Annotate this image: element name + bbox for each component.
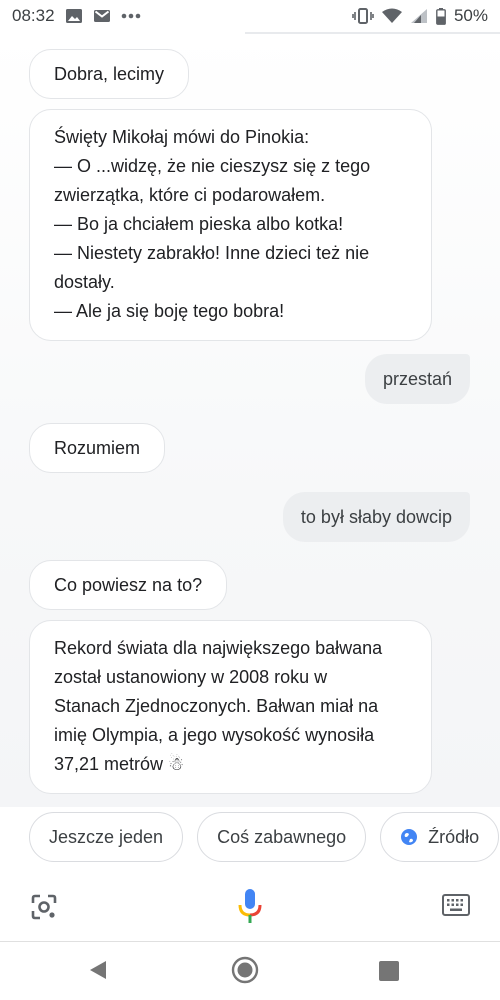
home-icon[interactable] bbox=[231, 956, 259, 989]
wifi-icon bbox=[381, 8, 402, 24]
status-bar: 08:32 50% bbox=[0, 0, 500, 32]
input-bar bbox=[0, 867, 500, 942]
joke-line: — Niestety zabrakło! Inne dzieci też nie bbox=[54, 243, 370, 263]
back-icon[interactable] bbox=[88, 959, 108, 986]
joke-line: — O ...widzę, że nie cieszysz się z tego bbox=[54, 156, 371, 176]
assistant-message-fact: Rekord świata dla największego bałwana z… bbox=[29, 620, 432, 794]
chip-another-one[interactable]: Jeszcze jeden bbox=[29, 812, 184, 862]
joke-line: — Ale ja się boję tego bobra! bbox=[54, 301, 285, 321]
battery-percent: 50% bbox=[453, 6, 488, 25]
vibrate-icon bbox=[352, 8, 374, 24]
fact-line: Rekord świata dla największego bałwana bbox=[54, 638, 383, 658]
lens-icon[interactable] bbox=[29, 892, 59, 922]
chip-source[interactable]: Źródło bbox=[380, 812, 500, 862]
user-message: to był słaby dowcip bbox=[282, 492, 470, 542]
joke-line: zwierzątka, które ci podarowałem. bbox=[54, 185, 326, 205]
image-icon bbox=[65, 8, 83, 24]
conversation-area[interactable]: Dobra, lecimy Święty Mikołaj mówi do Pin… bbox=[0, 32, 500, 807]
chip-label: Coś zabawnego bbox=[217, 826, 347, 847]
assistant-message-joke: Święty Mikołaj mówi do Pinokia: — O ...w… bbox=[29, 109, 432, 341]
joke-line: Święty Mikołaj mówi do Pinokia: bbox=[54, 127, 310, 147]
fact-line: Stanach Zjednoczonych. Bałwan miał na bbox=[54, 696, 379, 716]
assistant-message: Rozumiem bbox=[29, 423, 166, 473]
message-text: to był słaby dowcip bbox=[300, 507, 452, 527]
fact-line: 37,21 metrów ☃ bbox=[54, 754, 185, 774]
navigation-bar bbox=[0, 942, 500, 1000]
top-divider bbox=[245, 32, 500, 34]
globe-icon bbox=[400, 828, 418, 846]
assistant-message: Co powiesz na to? bbox=[29, 560, 228, 610]
joke-line: — Bo ja chciałem pieska albo kotka! bbox=[54, 214, 344, 234]
user-message: przestań bbox=[364, 354, 470, 404]
message-text: Dobra, lecimy bbox=[54, 64, 165, 84]
signal-icon bbox=[410, 8, 428, 24]
joke-line: dostały. bbox=[54, 272, 115, 292]
chip-something-funny[interactable]: Coś zabawnego bbox=[197, 812, 367, 862]
gmail-icon bbox=[93, 9, 111, 23]
battery-icon bbox=[436, 7, 446, 25]
fact-line: został ustanowiony w 2008 roku w bbox=[54, 667, 328, 687]
mic-icon[interactable] bbox=[234, 887, 266, 927]
message-text: przestań bbox=[382, 369, 452, 389]
message-text: Rozumiem bbox=[54, 438, 141, 458]
suggestion-chips: Jeszcze jeden Coś zabawnego Źródło bbox=[0, 807, 500, 867]
chip-label: Jeszcze jeden bbox=[49, 826, 164, 847]
status-time: 08:32 bbox=[12, 6, 55, 25]
recents-icon[interactable] bbox=[379, 961, 399, 981]
keyboard-icon[interactable] bbox=[442, 894, 470, 918]
assistant-message: Dobra, lecimy bbox=[29, 49, 190, 99]
more-dots-icon bbox=[121, 13, 141, 19]
message-text: Co powiesz na to? bbox=[54, 575, 203, 595]
chip-label: Źródło bbox=[428, 826, 480, 847]
fact-line: imię Olympia, a jego wysokość wynosiła bbox=[54, 725, 375, 745]
